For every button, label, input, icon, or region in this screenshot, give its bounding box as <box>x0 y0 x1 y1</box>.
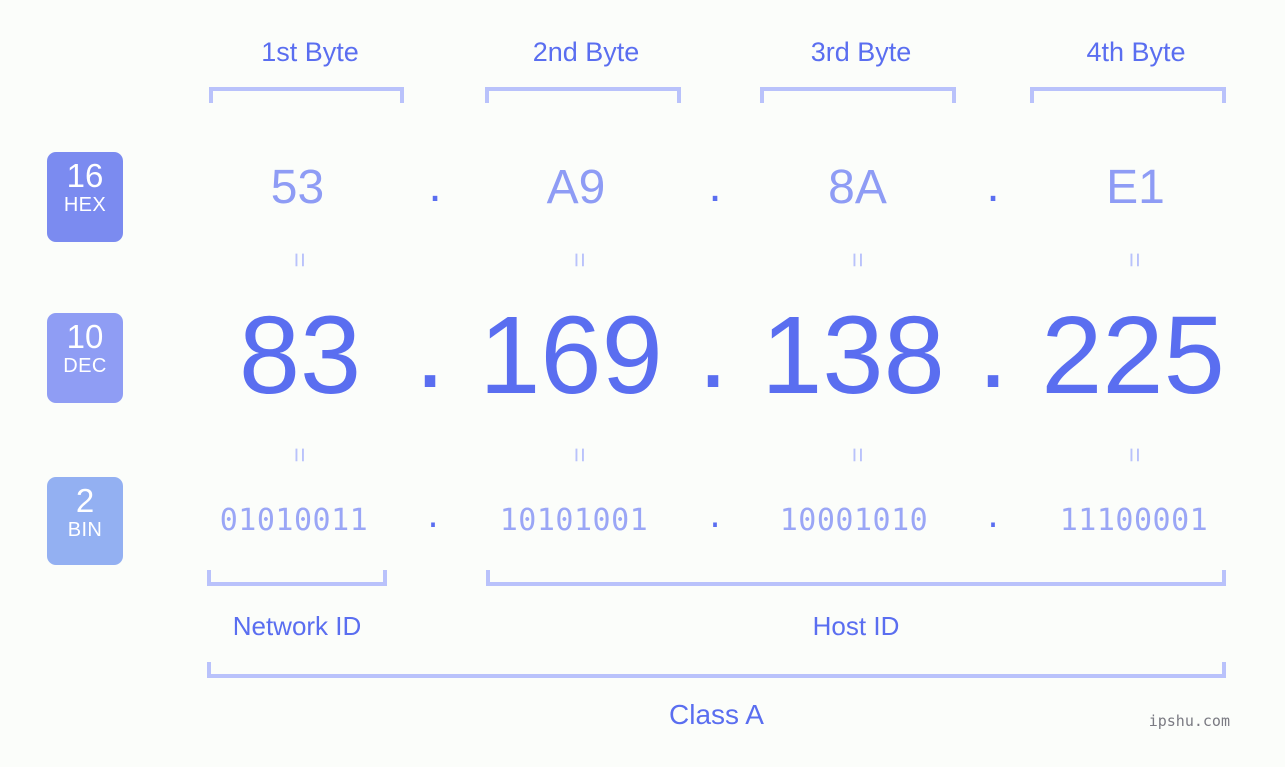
base-badge-dec: 10 DEC <box>47 313 123 403</box>
bin-byte-1: 01010011 <box>219 503 369 538</box>
byte-label-3: 3rd Byte <box>810 37 912 67</box>
ip-breakdown-diagram: 1st Byte 2nd Byte 3rd Byte 4th Byte 16 H… <box>0 0 1285 767</box>
hex-byte-4: E1 <box>1106 161 1165 214</box>
network-id-label: Network ID <box>232 611 362 641</box>
hex-separator-2: . <box>708 159 722 212</box>
hex-byte-3: 8A <box>828 161 887 214</box>
base-badge-bin: 2 BIN <box>47 477 123 565</box>
byte-label-4: 4th Byte <box>1086 37 1186 67</box>
bin-separator-3: . <box>983 500 1003 535</box>
site-watermark: ipshu.com <box>1148 712 1230 730</box>
bin-byte-2: 10101001 <box>499 503 649 538</box>
network-id-bracket <box>207 570 387 586</box>
equals-mark-dec-bin-1: = <box>285 447 315 463</box>
base-badge-hex-abbr: HEX <box>63 194 107 216</box>
byte-bracket-4 <box>1030 87 1226 103</box>
dec-byte-3: 138 <box>761 294 945 417</box>
bin-byte-3: 10001010 <box>779 503 929 538</box>
equals-mark-dec-bin-2: = <box>565 447 595 463</box>
byte-label-1: 1st Byte <box>261 37 359 67</box>
dec-byte-1: 83 <box>238 294 362 417</box>
equals-mark-hex-dec-3: = <box>843 252 873 268</box>
base-badge-dec-abbr: DEC <box>63 355 107 377</box>
bin-byte-4: 11100001 <box>1059 503 1209 538</box>
byte-label-2: 2nd Byte <box>532 37 640 67</box>
base-badge-hex: 16 HEX <box>47 152 123 242</box>
hex-separator-1: . <box>428 159 442 212</box>
hex-separator-3: . <box>986 159 1000 212</box>
equals-mark-hex-dec-1: = <box>285 252 315 268</box>
byte-bracket-1 <box>209 87 404 103</box>
bin-separator-2: . <box>705 500 725 535</box>
class-bracket <box>207 662 1226 678</box>
base-badge-bin-number: 2 <box>75 482 95 519</box>
equals-mark-hex-dec-2: = <box>565 252 595 268</box>
base-badge-hex-number: 16 <box>66 157 104 194</box>
equals-mark-dec-bin-4: = <box>1120 447 1150 463</box>
equals-mark-dec-bin-3: = <box>843 447 873 463</box>
equals-mark-hex-dec-4: = <box>1120 252 1150 268</box>
bin-separator-1: . <box>423 500 443 535</box>
base-badge-bin-abbr: BIN <box>67 519 103 541</box>
host-id-bracket <box>486 570 1226 586</box>
hex-byte-1: 53 <box>270 161 325 214</box>
byte-bracket-3 <box>760 87 956 103</box>
byte-bracket-2 <box>485 87 681 103</box>
base-badge-dec-number: 10 <box>66 318 104 355</box>
hex-byte-2: A9 <box>546 161 606 214</box>
dec-byte-4: 225 <box>1041 294 1225 417</box>
host-id-label: Host ID <box>812 611 900 641</box>
dec-byte-2: 169 <box>479 294 663 417</box>
class-label: Class A <box>669 699 764 730</box>
